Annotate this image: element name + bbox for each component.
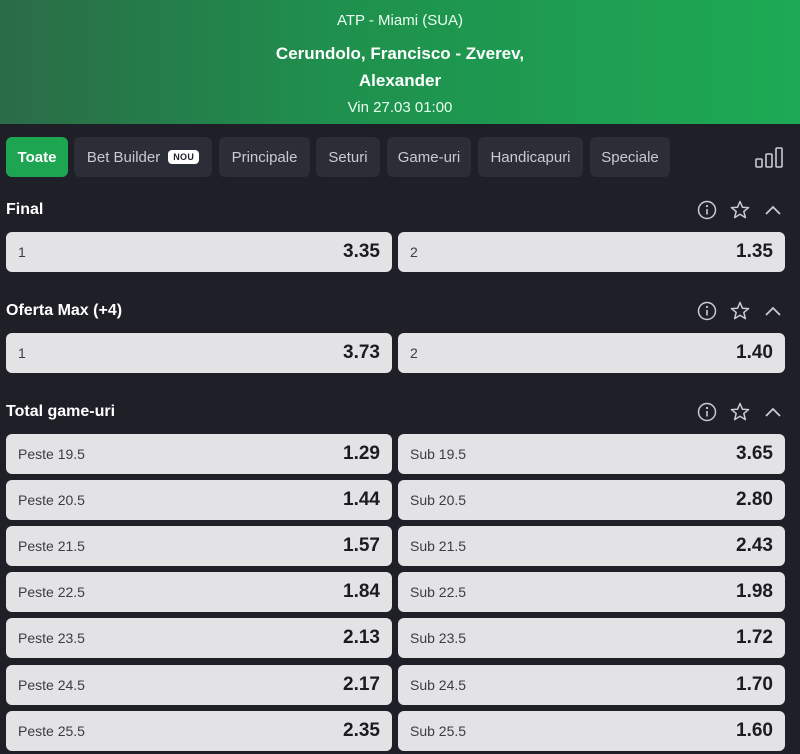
odd-button[interactable]: Peste 23.5 2.13 — [6, 618, 392, 658]
odd-button[interactable]: 2 1.35 — [398, 232, 785, 272]
odd-value: 1.70 — [736, 674, 773, 695]
odd-button[interactable]: Peste 24.5 2.17 — [6, 665, 392, 705]
odd-button[interactable]: Sub 21.5 2.43 — [398, 526, 785, 566]
odd-label: Sub 22.5 — [410, 584, 467, 600]
star-icon[interactable] — [729, 300, 751, 322]
chevron-up-icon[interactable] — [762, 199, 784, 221]
odd-label: Sub 23.5 — [410, 630, 467, 646]
odd-value: 1.72 — [736, 627, 773, 648]
odd-button[interactable]: Sub 20.5 2.80 — [398, 480, 785, 520]
tab-label: Handicapuri — [490, 148, 571, 166]
odd-value: 2.80 — [736, 489, 773, 510]
odd-value: 1.57 — [343, 535, 380, 556]
star-icon[interactable] — [729, 401, 751, 423]
market-tabs: Toate Bet Builder NOU Principale Seturi … — [6, 137, 794, 177]
odd-button[interactable]: 2 1.40 — [398, 333, 785, 373]
section-controls — [696, 300, 786, 322]
odd-value: 2.13 — [343, 627, 380, 648]
tab-label: Principale — [231, 148, 298, 166]
odd-label: Peste 19.5 — [18, 446, 85, 462]
odd-label: 1 — [18, 345, 26, 361]
tab-speciale[interactable]: Speciale — [590, 137, 670, 177]
odd-value: 2.35 — [343, 720, 380, 741]
odd-label: Sub 21.5 — [410, 538, 467, 554]
section-title-oferta-max: Oferta Max (+4) — [6, 302, 123, 319]
tab-label: Bet Builder — [86, 148, 161, 166]
section-controls — [696, 199, 786, 221]
odd-label: Peste 24.5 — [18, 677, 85, 693]
odd-button[interactable]: Sub 22.5 1.98 — [398, 572, 785, 612]
star-icon[interactable] — [729, 199, 751, 221]
section-controls — [696, 401, 786, 423]
chevron-up-icon[interactable] — [762, 401, 784, 423]
odd-button[interactable]: 1 3.35 — [6, 232, 392, 272]
odd-label: 1 — [18, 244, 26, 260]
odd-label: Peste 21.5 — [18, 538, 85, 554]
odd-label: Sub 19.5 — [410, 446, 467, 462]
tab-bet-builder[interactable]: Bet Builder NOU — [74, 137, 212, 177]
odd-value: 1.98 — [736, 581, 773, 602]
odd-label: Sub 24.5 — [410, 677, 467, 693]
odd-label: Peste 23.5 — [18, 630, 85, 646]
stats-icon[interactable] — [754, 146, 784, 168]
section-title-total-game-uri: Total game-uri — [6, 403, 116, 420]
tab-label: Seturi — [328, 148, 368, 166]
match-date: Vin 27.03 01:00 — [347, 99, 453, 116]
odd-value: 1.84 — [343, 581, 380, 602]
odd-label: Peste 22.5 — [18, 584, 85, 600]
odd-button[interactable]: 1 3.73 — [6, 333, 392, 373]
odd-button[interactable]: Sub 19.5 3.65 — [398, 434, 785, 474]
odd-button[interactable]: Peste 21.5 1.57 — [6, 526, 392, 566]
odd-label: Peste 20.5 — [18, 492, 85, 508]
odd-value: 2.43 — [736, 535, 773, 556]
odd-button[interactable]: Peste 19.5 1.29 — [6, 434, 392, 474]
odd-value: 3.35 — [343, 241, 380, 262]
odd-value: 1.35 — [736, 241, 773, 262]
odd-label: 2 — [410, 244, 418, 260]
tab-seturi[interactable]: Seturi — [316, 137, 380, 177]
odd-label: 2 — [410, 345, 418, 361]
match-title: Cerundolo, Francisco - Zverev, Alexander — [275, 44, 525, 90]
odd-value: 3.65 — [736, 443, 773, 464]
info-icon[interactable] — [696, 401, 718, 423]
match-header: ATP - Miami (SUA) Cerundolo, Francisco -… — [0, 0, 800, 124]
odd-value: 1.29 — [343, 443, 380, 464]
tab-game-uri[interactable]: Game-uri — [387, 137, 471, 177]
odd-value: 2.17 — [343, 674, 380, 695]
odd-value: 1.44 — [343, 489, 380, 510]
tab-principale[interactable]: Principale — [219, 137, 310, 177]
odd-button[interactable]: Peste 25.5 2.35 — [6, 711, 392, 751]
info-icon[interactable] — [696, 300, 718, 322]
new-badge: NOU — [168, 150, 200, 164]
odd-button[interactable]: Sub 25.5 1.60 — [398, 711, 785, 751]
chevron-up-icon[interactable] — [762, 300, 784, 322]
odd-label: Peste 25.5 — [18, 723, 85, 739]
odd-button[interactable]: Sub 23.5 1.72 — [398, 618, 785, 658]
tab-label: Game-uri — [397, 148, 461, 166]
league-name: ATP - Miami (SUA) — [336, 12, 464, 29]
odd-label: Sub 25.5 — [410, 723, 467, 739]
odd-label: Sub 20.5 — [410, 492, 467, 508]
tab-label: Toate — [17, 148, 57, 166]
tab-handicapuri[interactable]: Handicapuri — [478, 137, 583, 177]
tab-label: Speciale — [601, 148, 659, 166]
odd-button[interactable]: Peste 20.5 1.44 — [6, 480, 392, 520]
odd-button[interactable]: Peste 22.5 1.84 — [6, 572, 392, 612]
odd-value: 1.40 — [736, 342, 773, 363]
section-title-final: Final — [6, 201, 44, 218]
odd-button[interactable]: Sub 24.5 1.70 — [398, 665, 785, 705]
info-icon[interactable] — [696, 199, 718, 221]
tab-toate[interactable]: Toate — [6, 137, 68, 177]
odd-value: 3.73 — [343, 342, 380, 363]
odd-value: 1.60 — [736, 720, 773, 741]
